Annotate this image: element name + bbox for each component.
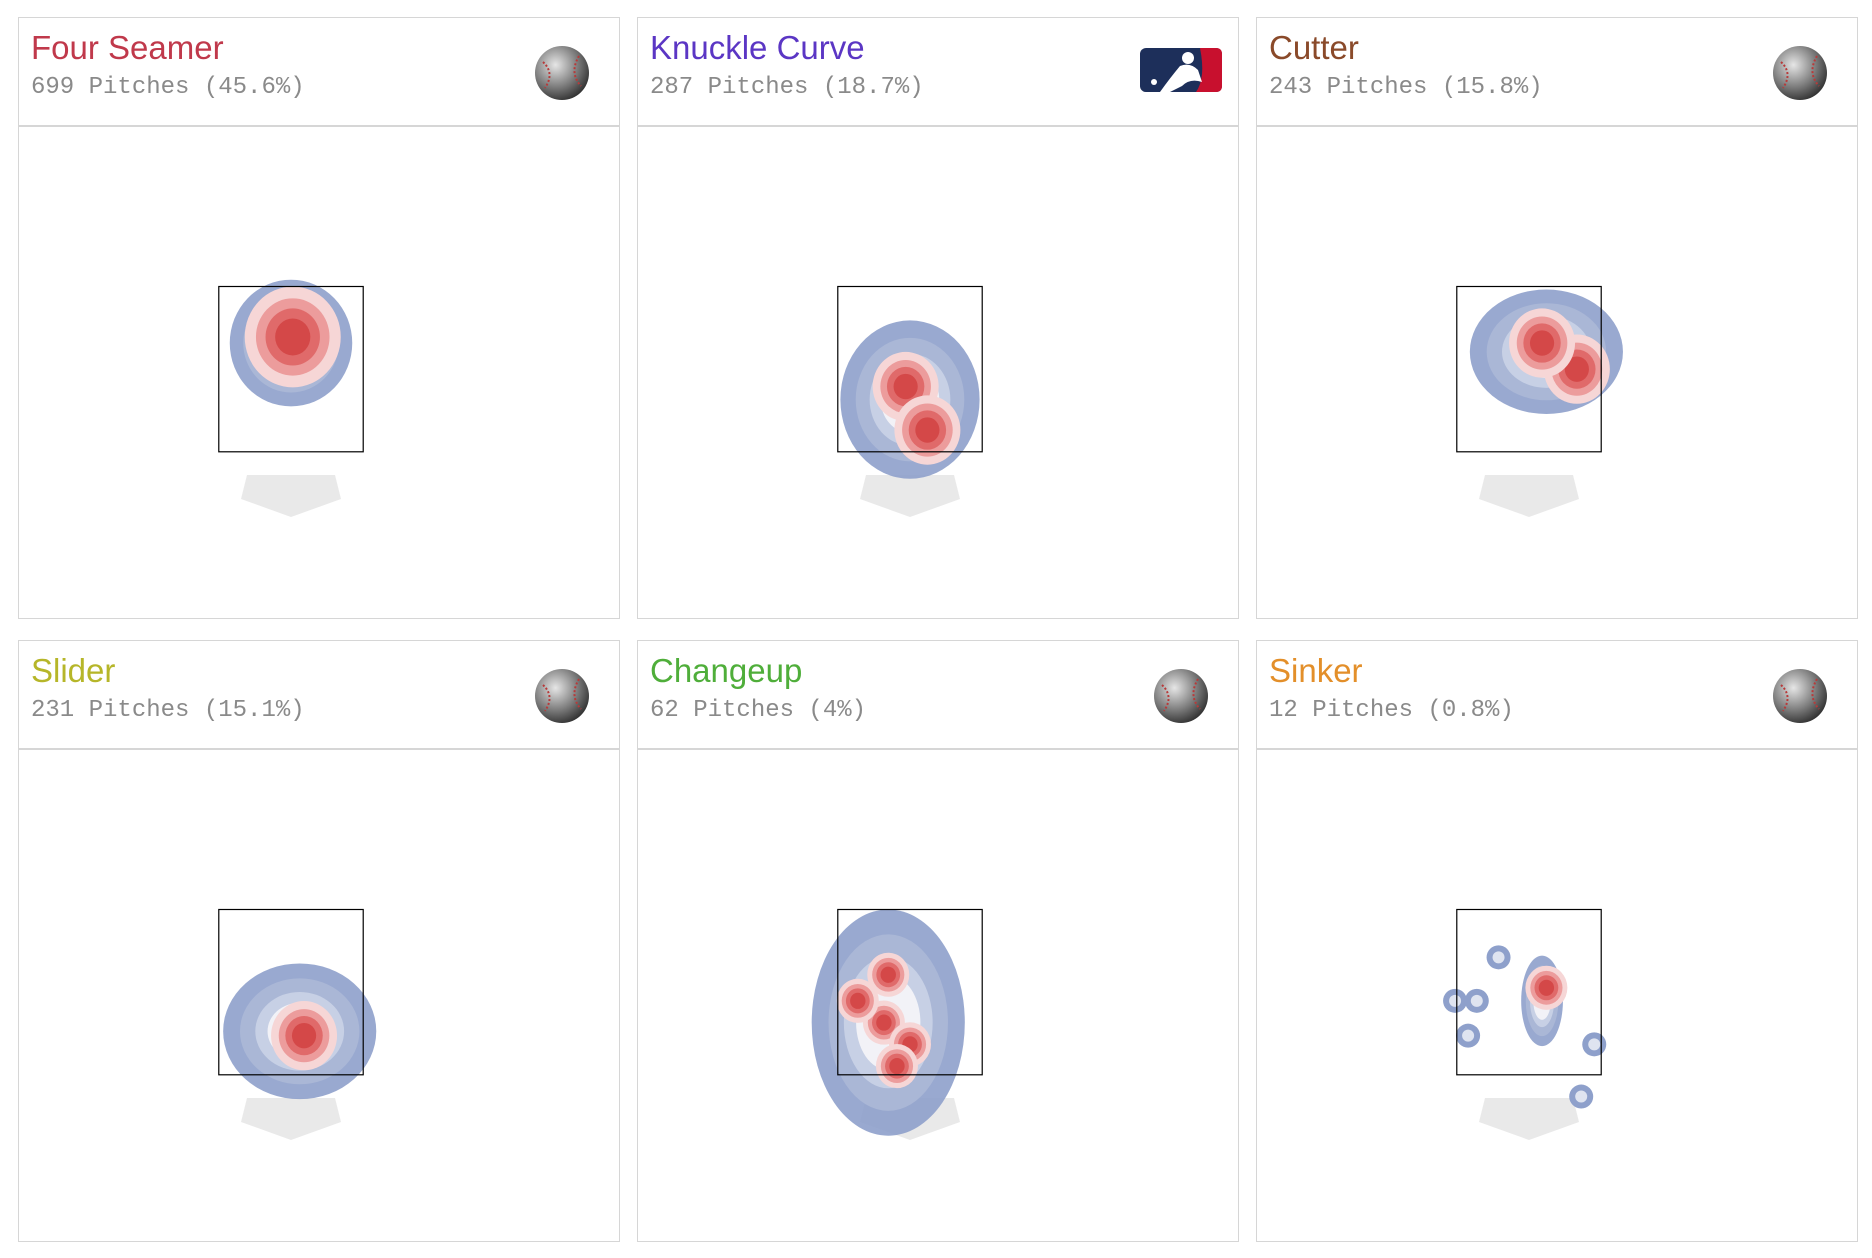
pitch-name: Four Seamer	[31, 29, 224, 66]
baseball-icon	[1773, 46, 1827, 100]
panel-header: Sinker 12 Pitches (0.8%)	[1257, 641, 1857, 750]
pitch-point-core	[1575, 1090, 1588, 1103]
heatmap-plot	[638, 127, 1238, 618]
pitch-panel: Cutter 243 Pitches (15.8%)	[1256, 17, 1858, 619]
home-plate	[860, 475, 960, 517]
pitch-heatmap-grid: Four Seamer 699 Pitches (45.6%) Knuckle Cu…	[0, 0, 1872, 1258]
pitch-point-core	[1470, 994, 1483, 1007]
heatmap-plot	[638, 750, 1238, 1241]
panel-header: Knuckle Curve 287 Pitches (18.7%)	[638, 18, 1238, 127]
pitch-count: 62 Pitches (4%)	[650, 697, 867, 724]
heatmap-svg	[218, 908, 377, 1140]
pitch-count: 12 Pitches (0.8%)	[1269, 697, 1514, 724]
pitch-icon	[1152, 667, 1210, 730]
heatmap-plot	[1257, 750, 1857, 1241]
home-plate	[1479, 475, 1579, 517]
pitch-name: Changeup	[650, 652, 803, 689]
hot-spot	[915, 417, 940, 443]
pitch-count: 243 Pitches (15.8%)	[1269, 74, 1543, 101]
panel-header: Slider 231 Pitches (15.1%)	[19, 641, 619, 750]
pitch-panel: Knuckle Curve 287 Pitches (18.7%)	[637, 17, 1239, 619]
pitch-point-core	[1462, 1029, 1475, 1042]
baseball-icon	[1154, 669, 1208, 723]
pitch-point-core	[1588, 1038, 1601, 1051]
pitch-icon	[1771, 44, 1829, 107]
baseball-icon	[1773, 669, 1827, 723]
hot-spot	[893, 373, 918, 400]
hot-spot	[1538, 979, 1555, 996]
pitch-point-core	[1492, 951, 1505, 964]
heatmap-svg	[1456, 285, 1623, 517]
heatmap-plot	[19, 127, 619, 618]
hot-spot	[876, 1014, 892, 1031]
pitch-name: Knuckle Curve	[650, 29, 865, 66]
pitch-point-core	[1449, 994, 1462, 1007]
heatmap-svg	[1443, 908, 1607, 1140]
pitch-name: Slider	[31, 652, 116, 689]
home-plate	[241, 1098, 341, 1140]
heatmap-plot	[19, 750, 619, 1241]
pitch-icon	[533, 44, 591, 107]
baseball-icon	[535, 669, 589, 723]
pitch-panel: Four Seamer 699 Pitches (45.6%)	[18, 17, 620, 619]
pitch-icon	[1771, 667, 1829, 730]
baseball-icon	[535, 46, 589, 100]
hot-spot	[889, 1058, 905, 1075]
home-plate	[1479, 1098, 1579, 1140]
heatmap-plot	[1257, 127, 1857, 618]
pitch-icon	[533, 667, 591, 730]
pitch-count: 231 Pitches (15.1%)	[31, 697, 305, 724]
heatmap-svg	[811, 908, 983, 1140]
mlb-logo-icon	[1140, 48, 1222, 92]
panel-header: Cutter 243 Pitches (15.8%)	[1257, 18, 1857, 127]
heatmap-svg	[837, 285, 983, 517]
pitch-count: 699 Pitches (45.6%)	[31, 74, 305, 101]
hot-spot	[291, 1022, 317, 1049]
hot-spot	[275, 318, 311, 356]
pitch-panel: Changeup 62 Pitches (4%)	[637, 640, 1239, 1242]
hot-spot	[850, 992, 866, 1009]
pitch-icon	[1140, 48, 1222, 97]
hot-spot	[880, 966, 896, 983]
pitch-count: 287 Pitches (18.7%)	[650, 74, 924, 101]
pitch-name: Cutter	[1269, 29, 1359, 66]
pitch-panel: Slider 231 Pitches (15.1%)	[18, 640, 620, 1242]
panel-header: Four Seamer 699 Pitches (45.6%)	[19, 18, 619, 127]
hot-spot	[1529, 330, 1555, 356]
panel-header: Changeup 62 Pitches (4%)	[638, 641, 1238, 750]
pitch-panel: Sinker 12 Pitches (0.8%)	[1256, 640, 1858, 1242]
heatmap-svg	[218, 279, 364, 517]
pitch-name: Sinker	[1269, 652, 1363, 689]
home-plate	[241, 475, 341, 517]
